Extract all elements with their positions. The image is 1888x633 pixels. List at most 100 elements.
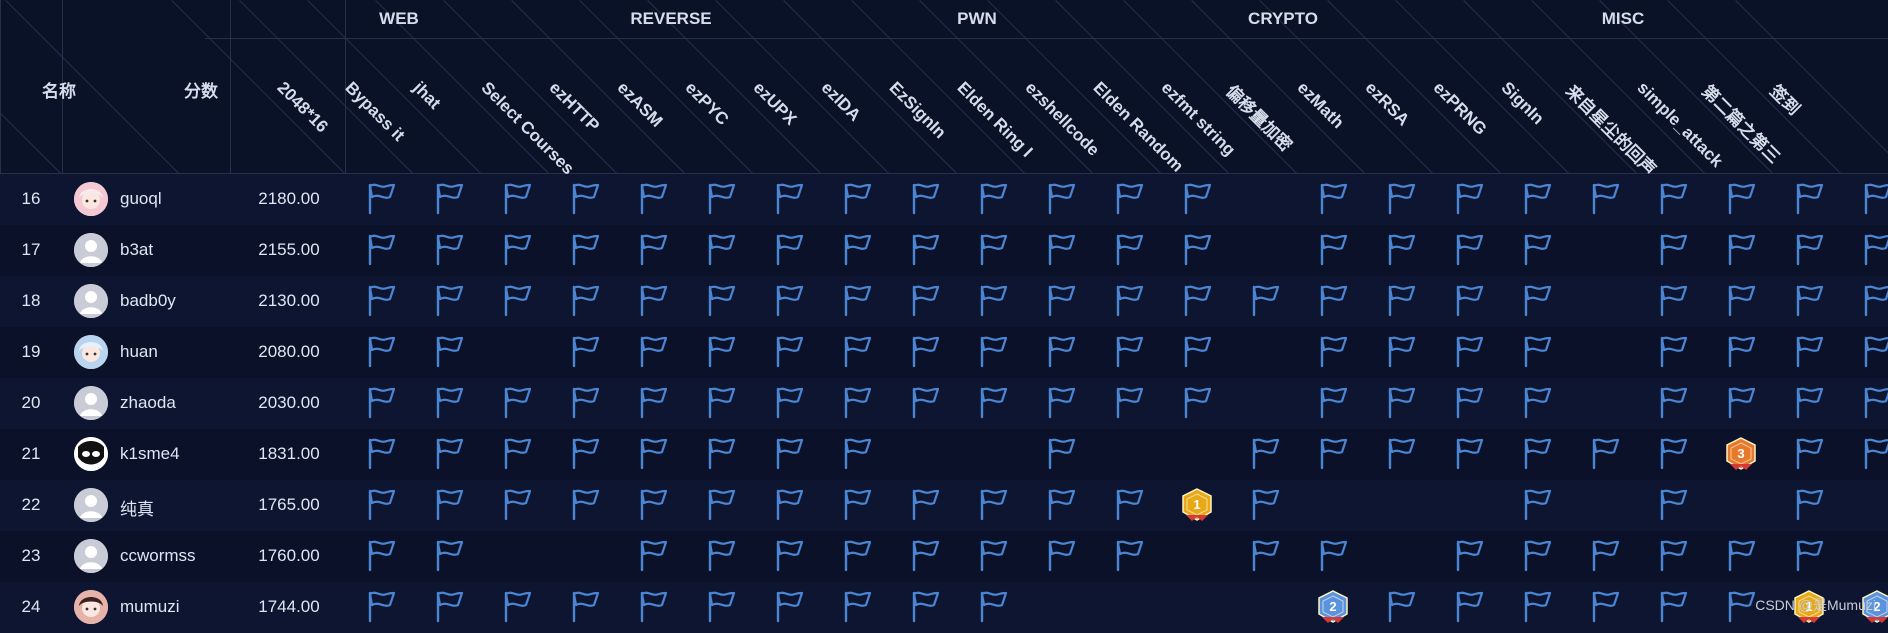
solve-cell	[821, 378, 889, 429]
solve-cell	[1161, 378, 1229, 429]
solve-cell	[413, 429, 481, 480]
solve-cell	[1093, 531, 1161, 582]
flag-icon	[974, 231, 1010, 267]
solve-cell	[889, 276, 957, 327]
solve-cell	[1365, 225, 1433, 276]
default-user-icon[interactable]	[74, 284, 108, 318]
rank: 23	[21, 546, 41, 565]
solve-cell	[413, 327, 481, 378]
flag-icon	[634, 333, 670, 369]
solve-cell	[1433, 378, 1501, 429]
solve-cell	[1841, 327, 1888, 378]
flag-icon	[974, 384, 1010, 420]
flag-icon	[702, 537, 738, 573]
solve-cell	[1773, 531, 1841, 582]
flag-icon	[1722, 282, 1758, 318]
flag-icon	[906, 333, 942, 369]
flag-icon	[906, 384, 942, 420]
flag-icon	[838, 180, 874, 216]
username[interactable]: guoql	[120, 189, 162, 209]
default-user-icon[interactable]	[74, 233, 108, 267]
flag-icon	[702, 435, 738, 471]
solve-cell	[1093, 225, 1161, 276]
table-row[interactable]: 21 k1sme4 1831.00 3	[0, 429, 1888, 480]
username[interactable]: huan	[120, 342, 158, 362]
solve-cell	[1161, 174, 1229, 225]
flag-icon	[1042, 282, 1078, 318]
category-divider	[205, 38, 1888, 39]
solve-cell	[1229, 327, 1297, 378]
solve-cell	[957, 531, 1025, 582]
solve-cell	[549, 429, 617, 480]
flag-icon	[1722, 384, 1758, 420]
username[interactable]: badb0y	[120, 291, 176, 311]
flag-icon	[1450, 231, 1486, 267]
default-user-icon[interactable]	[74, 488, 108, 522]
flag-icon	[362, 435, 398, 471]
solve-cell	[1433, 582, 1501, 633]
anime-blue-icon[interactable]	[74, 335, 108, 369]
flag-icon	[362, 180, 398, 216]
flag-icon	[1450, 435, 1486, 471]
table-row[interactable]: 22 纯真 1765.00 1	[0, 480, 1888, 531]
username[interactable]: 纯真	[120, 495, 154, 520]
flag-icon	[1382, 282, 1418, 318]
solve-cell	[1093, 276, 1161, 327]
solve-cell	[753, 582, 821, 633]
flag-icon	[1586, 435, 1622, 471]
flag-icon	[1178, 231, 1214, 267]
solve-cell	[1229, 429, 1297, 480]
username[interactable]: k1sme4	[120, 444, 180, 464]
table-row[interactable]: 16 guoql 2180.00	[0, 174, 1888, 225]
flag-icon	[770, 180, 806, 216]
flag-icon	[566, 231, 602, 267]
username[interactable]: zhaoda	[120, 393, 176, 413]
solve-cell	[957, 378, 1025, 429]
table-row[interactable]: 20 zhaoda 2030.00	[0, 378, 1888, 429]
table-row[interactable]: 24 mumuzi 1744.00 2 1 2	[0, 582, 1888, 633]
flag-icon	[1246, 486, 1282, 522]
solve-cell	[617, 531, 685, 582]
solve-cell	[1025, 429, 1093, 480]
solve-cell	[1773, 225, 1841, 276]
flag-icon	[906, 537, 942, 573]
username[interactable]: ccwormss	[120, 546, 196, 566]
solve-cell	[1025, 582, 1093, 633]
solve-cell	[821, 429, 889, 480]
username[interactable]: mumuzi	[120, 597, 180, 617]
solve-cell	[1569, 276, 1637, 327]
flag-icon	[1654, 435, 1690, 471]
default-user-icon[interactable]	[74, 386, 108, 420]
table-row[interactable]: 18 badb0y 2130.00	[0, 276, 1888, 327]
flag-icon	[1382, 384, 1418, 420]
flag-icon	[634, 282, 670, 318]
flag-icon	[1790, 384, 1826, 420]
username[interactable]: b3at	[120, 240, 153, 260]
flag-icon	[1110, 180, 1146, 216]
table-row[interactable]: 23 ccwormss 1760.00	[0, 531, 1888, 582]
solve-cell	[1365, 531, 1433, 582]
table-row[interactable]: 19 huan 2080.00	[0, 327, 1888, 378]
solve-cell	[821, 225, 889, 276]
rank: 17	[21, 240, 41, 259]
flag-icon	[362, 231, 398, 267]
solve-cell	[345, 378, 413, 429]
solve-cell	[1365, 174, 1433, 225]
flag-icon	[1654, 333, 1690, 369]
default-user-icon[interactable]	[74, 539, 108, 573]
anime-pink-icon[interactable]	[74, 182, 108, 216]
rank: 21	[21, 444, 41, 463]
flag-icon	[1722, 588, 1758, 624]
flag-icon	[362, 537, 398, 573]
table-row[interactable]: 17 b3at 2155.00	[0, 225, 1888, 276]
black-white-icon[interactable]	[74, 437, 108, 471]
flag-icon	[838, 384, 874, 420]
flag-icon	[1246, 435, 1282, 471]
flag-icon	[906, 282, 942, 318]
anime-red-icon[interactable]	[74, 590, 108, 624]
solve-cell	[549, 582, 617, 633]
flag-icon	[1858, 333, 1888, 369]
solve-cell	[1705, 480, 1773, 531]
flag-icon	[1314, 384, 1350, 420]
flag-icon	[1450, 333, 1486, 369]
